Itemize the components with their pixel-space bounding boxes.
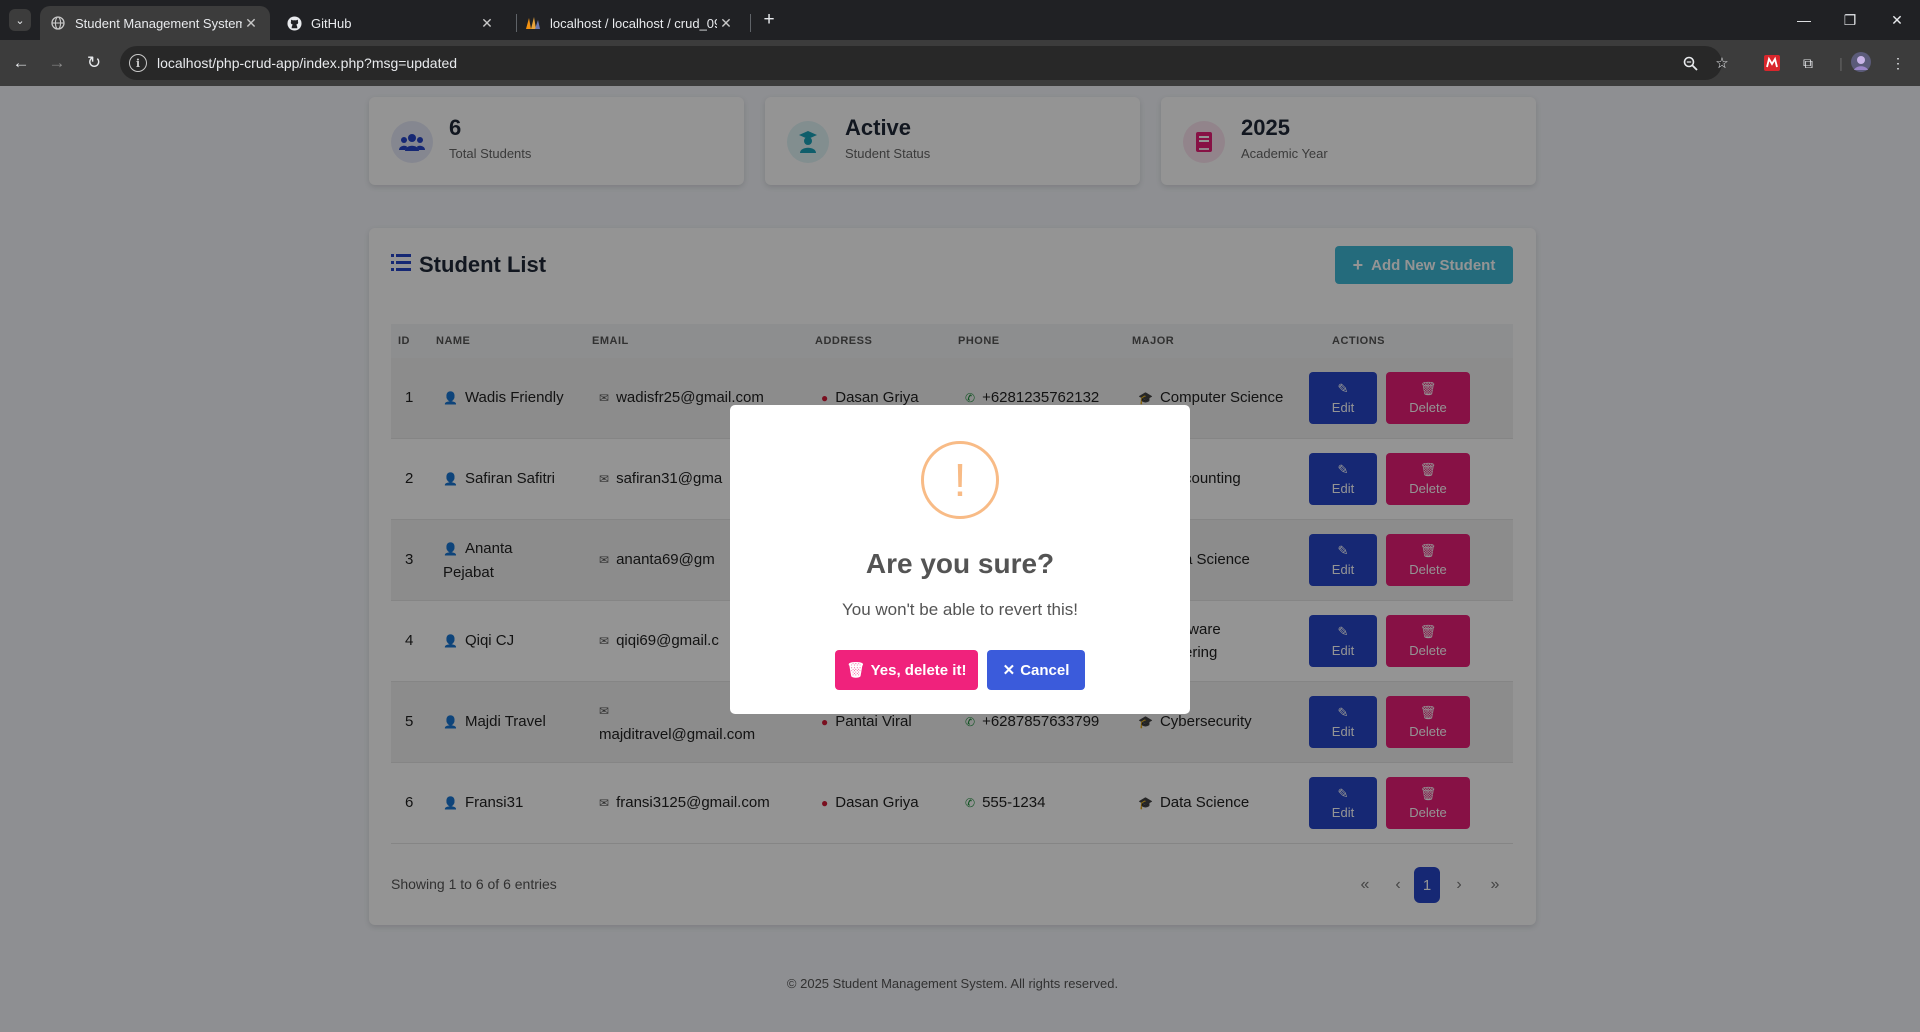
tab-close-icon[interactable]: ✕: [478, 15, 496, 32]
confirm-delete-button[interactable]: 🗑 Yes, delete it!: [835, 650, 978, 690]
tab-phpmyadmin[interactable]: localhost / localhost / crud_094 ✕: [515, 6, 745, 40]
zoom-icon[interactable]: [1680, 53, 1700, 73]
menu-kebab-icon[interactable]: ⋮: [1888, 53, 1908, 73]
forward-arrow-icon[interactable]: →: [44, 50, 70, 76]
confirm-delete-dialog: ! Are you sure? You won't be able to rev…: [730, 405, 1190, 714]
tab-close-icon[interactable]: ✕: [242, 15, 260, 32]
toolbar-divider: |: [1839, 55, 1843, 71]
bookmark-star-icon[interactable]: ☆: [1712, 53, 1732, 73]
restore-icon[interactable]: ❐: [1827, 0, 1873, 40]
tab-search-chevron-icon[interactable]: ⌄: [9, 9, 31, 31]
address-bar[interactable]: i localhost/php-crud-app/index.php?msg=u…: [120, 46, 1729, 80]
dialog-title: Are you sure?: [865, 548, 1055, 579]
browser-tabbar: ⌄ Student Management System ✕ GitHub ✕ l…: [0, 0, 1920, 40]
confirm-label: Yes, delete it!: [870, 661, 967, 679]
x-icon: ✕: [1002, 662, 1016, 679]
globe-icon: [50, 15, 66, 31]
new-tab-plus-icon[interactable]: +: [758, 9, 780, 31]
minimize-icon[interactable]: —: [1781, 0, 1827, 40]
browser-toolbar: ← → ↻ i localhost/php-crud-app/index.php…: [0, 40, 1920, 86]
tab-github[interactable]: GitHub ✕: [276, 6, 506, 40]
trash-icon: 🗑: [846, 662, 866, 679]
tab-label: localhost / localhost / crud_094: [550, 15, 717, 31]
profile-avatar[interactable]: [1851, 52, 1871, 72]
tab-divider: [750, 14, 751, 32]
extension-red-icon[interactable]: [1762, 53, 1782, 73]
tab-student-management[interactable]: Student Management System ✕: [40, 6, 270, 40]
tab-close-icon[interactable]: ✕: [717, 15, 735, 32]
reload-icon[interactable]: ↻: [81, 50, 107, 76]
github-icon: [286, 15, 302, 31]
cancel-button[interactable]: ✕ Cancel: [987, 650, 1085, 690]
site-info-icon[interactable]: i: [129, 54, 147, 72]
dialog-text: You won't be able to revert this!: [841, 600, 1079, 619]
back-arrow-icon[interactable]: ←: [8, 50, 34, 76]
extensions-puzzle-icon[interactable]: ⧉: [1798, 53, 1818, 73]
warning-icon: !: [921, 441, 999, 519]
cancel-label: Cancel: [1020, 661, 1070, 679]
tab-label: GitHub: [311, 15, 352, 31]
url-text: localhost/php-crud-app/index.php?msg=upd…: [157, 55, 458, 71]
close-window-icon[interactable]: ✕: [1874, 0, 1920, 40]
tab-label: Student Management System: [75, 15, 242, 31]
phpmyadmin-icon: [525, 15, 541, 31]
